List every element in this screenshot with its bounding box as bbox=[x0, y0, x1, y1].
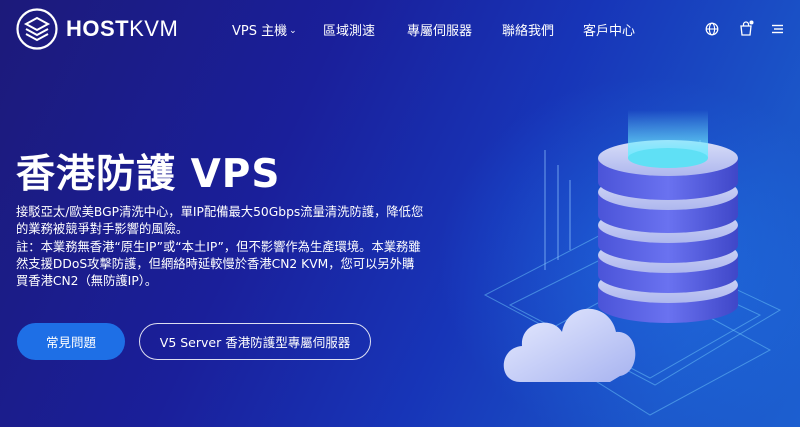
nav-item-vps[interactable]: VPS 主機 ⌄ bbox=[232, 20, 297, 39]
menu-icon[interactable] bbox=[770, 22, 784, 36]
faq-button[interactable]: 常見問題 bbox=[17, 323, 125, 360]
globe-icon[interactable] bbox=[705, 22, 719, 36]
nav-item-client-center[interactable]: 客戶中心 bbox=[583, 20, 635, 39]
nav-item-dedicated[interactable]: 專屬伺服器 bbox=[407, 20, 472, 39]
nav-item-vps-label: VPS 主機 bbox=[232, 24, 288, 39]
v5-server-button[interactable]: V5 Server 香港防護型專屬伺服器 bbox=[139, 323, 371, 360]
cart-icon[interactable] bbox=[738, 20, 754, 36]
nav-item-speedtest[interactable]: 區域測速 bbox=[323, 20, 375, 39]
server-cloud-illustration bbox=[483, 110, 782, 416]
description-line: 註：本業務無香港“原生IP”或“本土IP”，但不影響作為生產環境。本業務雖然支援… bbox=[16, 239, 421, 289]
description-line: 接駁亞太/歐美BGP清洗中心，單IP配備最大50Gbps流量清洗防護，降低您的業… bbox=[16, 205, 424, 237]
main-nav: VPS 主機 ⌄ 區域測速 專屬伺服器 聯絡我們 客戶中心 bbox=[0, 20, 800, 40]
site-header: HOSTKVM VPS 主機 ⌄ 區域測速 專屬伺服器 聯絡我們 客戶中心 bbox=[0, 0, 800, 60]
nav-item-contact[interactable]: 聯絡我們 bbox=[502, 20, 554, 39]
hero-description: 接駁亞太/歐美BGP清洗中心，單IP配備最大50Gbps流量清洗防護，降低您的業… bbox=[16, 204, 426, 290]
chevron-down-icon: ⌄ bbox=[289, 26, 297, 36]
hero-title: 香港防護 VPS bbox=[16, 152, 281, 197]
